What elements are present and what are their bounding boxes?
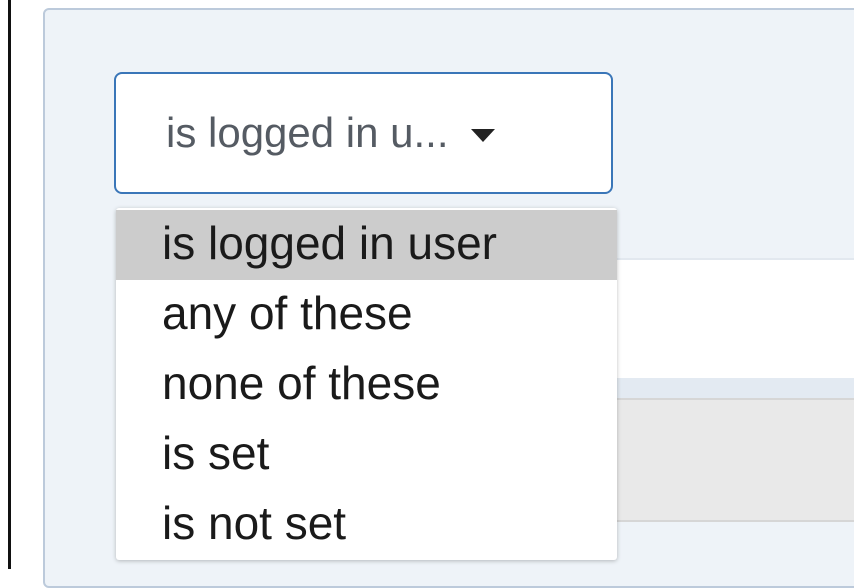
option-none-of-these[interactable]: none of these (116, 350, 617, 420)
window-edge (0, 0, 11, 569)
operator-select[interactable]: is logged in u... (114, 72, 613, 194)
background-row-shaded (616, 398, 854, 522)
option-any-of-these[interactable]: any of these (116, 280, 617, 350)
option-is-set[interactable]: is set (116, 420, 617, 490)
option-is-logged-in-user[interactable]: is logged in user (116, 210, 617, 280)
caret-down-icon (470, 128, 495, 142)
background-divider (616, 378, 854, 398)
operator-select-value: is logged in u... (166, 109, 449, 156)
operator-dropdown-list: is logged in user any of these none of t… (116, 208, 617, 560)
option-is-not-set[interactable]: is not set (116, 490, 617, 560)
background-row (616, 258, 854, 380)
